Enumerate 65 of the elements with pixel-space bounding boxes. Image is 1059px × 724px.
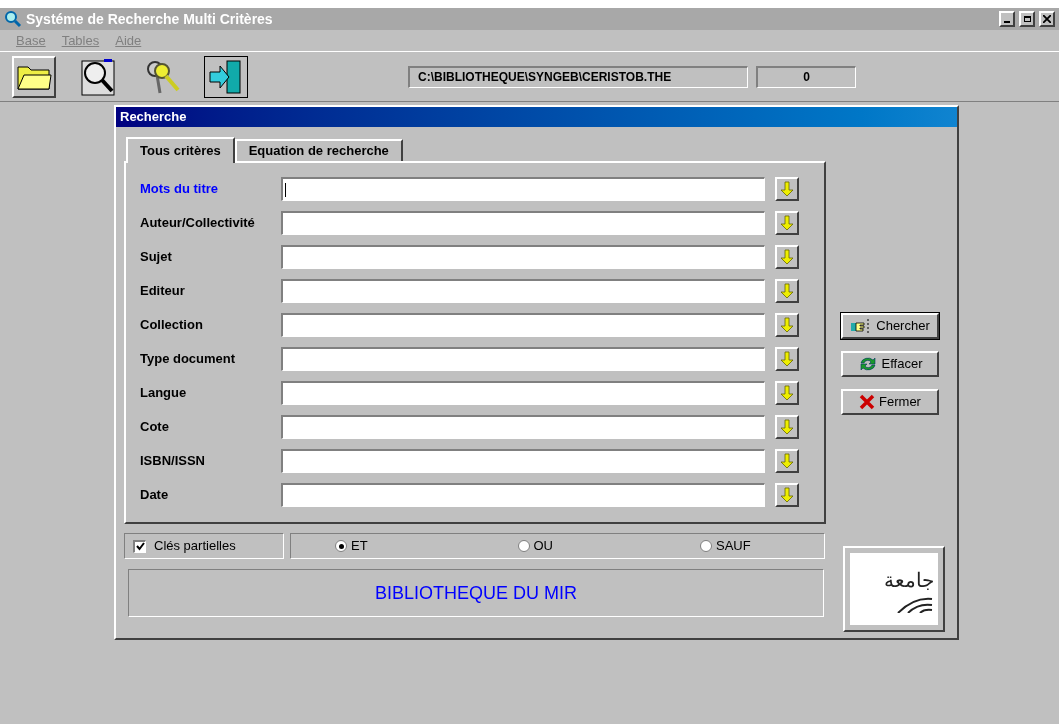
dialog-title: Recherche (120, 108, 187, 127)
tab[interactable]: Equation de recherche (234, 139, 403, 161)
radio-option[interactable]: ET (335, 536, 415, 556)
dropdown-button[interactable] (775, 245, 799, 269)
database-path: C:\BIBLIOTHEQUE\SYNGEB\CERISTOB.THE (408, 65, 748, 88)
minimize-button[interactable] (999, 11, 1015, 27)
dropdown-button[interactable] (775, 211, 799, 235)
down-arrow-icon (780, 283, 794, 299)
field-label: Cote (139, 418, 170, 437)
clear-button[interactable]: Effacer (841, 351, 939, 377)
field-label: Sujet (139, 248, 173, 267)
down-arrow-icon (780, 249, 794, 265)
search-button[interactable]: Chercher (841, 313, 939, 339)
field-label: Editeur (139, 282, 186, 301)
close-button[interactable] (1039, 11, 1055, 27)
dropdown-button[interactable] (775, 483, 799, 507)
tab[interactable]: Tous critères (126, 137, 235, 163)
record-count: 0 (756, 65, 856, 88)
field-label: Collection (139, 316, 204, 335)
input-field[interactable] (281, 449, 765, 473)
radio-option[interactable]: OU (517, 536, 598, 556)
field-label: Auteur/Collectivité (139, 214, 256, 233)
input-field[interactable] (281, 483, 765, 507)
radio-option[interactable]: SAUF (700, 536, 780, 556)
restore-button[interactable] (1019, 11, 1035, 27)
field-label: Langue (139, 384, 188, 403)
exit-door-button[interactable] (204, 55, 248, 98)
close-icon (1043, 15, 1051, 23)
checkmark-icon (135, 542, 145, 551)
input-field[interactable] (281, 211, 765, 235)
down-arrow-icon (780, 453, 794, 469)
field-label: Type document (139, 350, 237, 369)
window-title: Systéme de Recherche Multi Critères (26, 9, 273, 29)
dropdown-button[interactable] (775, 449, 799, 473)
dropdown-button[interactable] (775, 313, 799, 337)
dropdown-button[interactable] (775, 415, 799, 439)
dropdown-button[interactable] (775, 347, 799, 371)
down-arrow-icon (780, 419, 794, 435)
down-arrow-icon (780, 351, 794, 367)
input-field[interactable] (281, 381, 765, 405)
dropdown-button[interactable] (775, 177, 799, 201)
input-field[interactable] (281, 313, 765, 337)
dropdown-button[interactable] (775, 279, 799, 303)
down-arrow-icon (780, 181, 794, 197)
close-icon (859, 394, 876, 410)
close-button[interactable]: Fermer (841, 389, 939, 415)
open-folder-button[interactable] (12, 55, 56, 98)
input-field[interactable] (281, 245, 765, 269)
field-label: Date (139, 486, 170, 505)
refresh-icon (857, 355, 878, 373)
input-field[interactable] (281, 177, 765, 201)
input-field[interactable] (281, 415, 765, 439)
input-field[interactable] (281, 347, 765, 371)
university-logo: جامعة (843, 546, 945, 632)
down-arrow-icon (780, 215, 794, 231)
input-field[interactable] (281, 279, 765, 303)
down-arrow-icon (780, 385, 794, 401)
down-arrow-icon (780, 487, 794, 503)
down-arrow-icon (780, 317, 794, 333)
field-label: ISBN/ISSN (139, 452, 206, 471)
partial-keys-checkbox[interactable]: Clés partielles (124, 533, 284, 559)
field-label: Mots du titre (139, 180, 219, 199)
dropdown-button[interactable] (775, 381, 799, 405)
magnifier-icon (4, 10, 22, 28)
banner: BIBLIOTHEQUE DU MIR (128, 569, 824, 617)
